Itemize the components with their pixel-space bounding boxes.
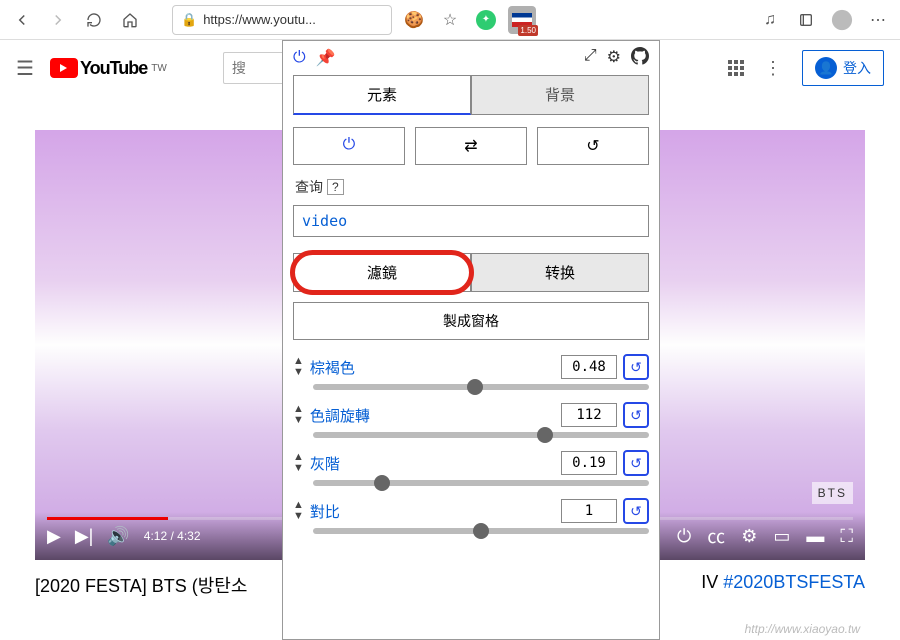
reorder-arrows[interactable]: ▲▼ — [293, 404, 304, 426]
tab-background[interactable]: 背景 — [471, 75, 649, 115]
reorder-arrows[interactable]: ▲▼ — [293, 452, 304, 474]
filter-value-input[interactable] — [561, 451, 617, 475]
filter-value-input[interactable] — [561, 499, 617, 523]
query-label: 查询 ? — [295, 177, 647, 197]
reset-filter-button[interactable]: ↺ — [623, 498, 649, 524]
undo-button[interactable]: ↺ — [537, 127, 649, 165]
popup-toolbar: ⏻ 📌 ⤢ ⚙ — [283, 41, 659, 75]
lock-icon: 🔒 — [181, 12, 197, 28]
sub-tabs: 濾鏡 转换 — [293, 253, 649, 292]
github-icon[interactable] — [631, 47, 649, 70]
filter-name[interactable]: 棕褐色 — [310, 357, 555, 378]
pin-icon[interactable]: 📌 — [316, 48, 336, 68]
play-icon[interactable]: ▶ — [47, 526, 61, 547]
reset-filter-button[interactable]: ↺ — [623, 450, 649, 476]
miniplayer-icon[interactable]: ▭ — [773, 526, 790, 547]
arrow-down-icon: ▼ — [293, 415, 304, 426]
filter-name[interactable]: 對比 — [310, 501, 555, 522]
filter-slider[interactable] — [313, 432, 649, 438]
subtab-filter[interactable]: 濾鏡 — [293, 253, 471, 292]
youtube-region: TW — [151, 63, 167, 74]
browser-toolbar: 🔒 https://www.youtu... 🍪 ☆ ✦ 1.50 ♫ ⋯ — [0, 0, 900, 40]
login-button[interactable]: 👤 登入 — [802, 50, 884, 86]
reload-button[interactable] — [80, 6, 108, 34]
next-icon[interactable]: ▶| — [75, 526, 94, 547]
bts-watermark: BTS — [812, 482, 853, 504]
filter-name[interactable]: 色調旋轉 — [310, 405, 555, 426]
page-watermark: http://www.xiaoyao.tw — [745, 622, 860, 636]
green-ext-icon[interactable]: ✦ — [472, 6, 500, 34]
action-buttons: ⏻ ⇄ ↺ — [293, 127, 649, 165]
more-options-icon[interactable]: ⋮ — [764, 58, 782, 79]
swap-button[interactable]: ⇄ — [415, 127, 527, 165]
youtube-brand-text: YouTube — [80, 58, 147, 79]
music-icon[interactable]: ♫ — [756, 6, 784, 34]
cookie-ext-icon[interactable]: 🍪 — [400, 6, 428, 34]
theater-icon[interactable]: ▬ — [806, 526, 824, 547]
hashtag-link[interactable]: #2020BTSFESTA — [723, 572, 865, 592]
filter-value-input[interactable] — [561, 403, 617, 427]
extension-badge: 1.50 — [518, 25, 538, 36]
login-label: 登入 — [843, 58, 871, 78]
volume-icon[interactable]: 🔊 — [107, 526, 129, 547]
main-tabs: 元素 背景 — [293, 75, 649, 115]
power-icon[interactable]: ⏻ — [293, 49, 306, 67]
menu-icon[interactable]: ⋯ — [864, 6, 892, 34]
expand-icon[interactable]: ⤢ — [584, 47, 597, 70]
captions-icon[interactable]: ㏄ — [707, 523, 725, 549]
tab-elements[interactable]: 元素 — [293, 75, 471, 115]
back-button[interactable] — [8, 6, 36, 34]
reset-filter-button[interactable]: ↺ — [623, 354, 649, 380]
address-bar[interactable]: 🔒 https://www.youtu... — [172, 5, 392, 35]
gear-icon[interactable]: ⚙ — [607, 47, 621, 70]
autoplay-toggle[interactable]: ⏻ — [677, 526, 691, 547]
avatar-icon: 👤 — [815, 57, 837, 79]
reorder-arrows[interactable]: ▲▼ — [293, 500, 304, 522]
help-icon[interactable]: ? — [327, 179, 344, 195]
library-icon[interactable] — [792, 6, 820, 34]
forward-button[interactable] — [44, 6, 72, 34]
filter-row: ▲▼ 棕褐色 ↺ — [293, 354, 649, 390]
video-time: 4:12 / 4:32 — [144, 529, 201, 543]
reset-filter-button[interactable]: ↺ — [623, 402, 649, 428]
arrow-down-icon: ▼ — [293, 511, 304, 522]
home-button[interactable] — [116, 6, 144, 34]
reorder-arrows[interactable]: ▲▼ — [293, 356, 304, 378]
extension-popup: ⏻ 📌 ⤢ ⚙ 元素 背景 ⏻ ⇄ ↺ 查询 ? 濾鏡 转换 製成窗格 ▲▼ 棕… — [282, 40, 660, 640]
filter-row: ▲▼ 色調旋轉 ↺ — [293, 402, 649, 438]
youtube-play-icon — [50, 58, 78, 78]
hamburger-icon[interactable]: ☰ — [16, 56, 34, 81]
bookmark-star-icon[interactable]: ☆ — [436, 6, 464, 34]
fullscreen-icon[interactable]: ⛶ — [840, 526, 853, 547]
filter-slider[interactable] — [313, 480, 649, 486]
filter-row: ▲▼ 灰階 ↺ — [293, 450, 649, 486]
filter-slider[interactable] — [313, 528, 649, 534]
make-grid-button[interactable]: 製成窗格 — [293, 302, 649, 340]
filter-slider[interactable] — [313, 384, 649, 390]
profile-icon[interactable] — [828, 6, 856, 34]
filter-row: ▲▼ 對比 ↺ — [293, 498, 649, 534]
filter-name[interactable]: 灰階 — [310, 453, 555, 474]
youtube-logo[interactable]: YouTube TW — [50, 58, 167, 79]
toggle-power-button[interactable]: ⏻ — [293, 127, 405, 165]
arrow-down-icon: ▼ — [293, 367, 304, 378]
query-input[interactable] — [293, 205, 649, 237]
active-extension-icon[interactable]: 1.50 — [508, 6, 536, 34]
subtab-transform[interactable]: 转换 — [471, 253, 649, 292]
apps-grid-icon[interactable] — [728, 60, 744, 76]
url-text: https://www.youtu... — [203, 12, 316, 27]
settings-gear-icon[interactable]: ⚙ — [741, 526, 757, 547]
filter-value-input[interactable] — [561, 355, 617, 379]
arrow-down-icon: ▼ — [293, 463, 304, 474]
